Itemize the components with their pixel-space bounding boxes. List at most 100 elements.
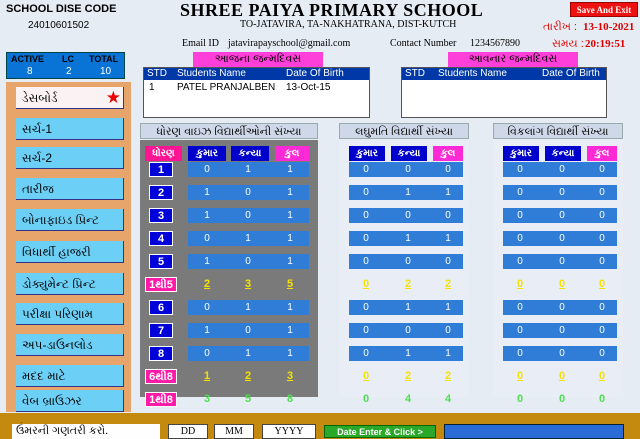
school-address: TO-JATAVIRA, TA-NAKHATRANA, DIST-KUTCH <box>240 19 457 30</box>
girls-count: 0 <box>559 325 565 336</box>
lc-header: LC <box>62 54 74 64</box>
std-group-label: 1થી8 <box>145 392 177 407</box>
today-birthday-title: આજના જન્મદિવસ <box>193 52 323 67</box>
boys-count: 0 <box>517 233 523 244</box>
boys-count: 0 <box>204 302 210 313</box>
sidebar-item-dashboard[interactable]: ડેસબોર્ડ ★ <box>16 87 124 109</box>
std-header: ધોરણ <box>145 146 182 161</box>
girls-count: 0 <box>245 256 251 267</box>
boys-count: 0 <box>363 164 369 175</box>
total-count: 1 <box>287 164 293 175</box>
total-header: કુલ <box>275 146 309 161</box>
sidebar-item-label: ડેસબોર્ડ <box>22 91 58 105</box>
total-count: 10 <box>100 66 112 77</box>
sidebar-item-web-browser[interactable]: વેબ બ્રાઉઝર <box>16 390 124 412</box>
time-value: 20:19:51 <box>585 38 626 50</box>
boys-count: 0 <box>363 325 369 336</box>
girls-count: 0 <box>558 370 566 382</box>
sidebar-item-exam-result[interactable]: પરીક્ષા પરિણામ <box>16 303 124 325</box>
girls-count: 1 <box>405 302 411 313</box>
sidebar-item-summary[interactable]: તારીજ <box>16 178 124 200</box>
sidebar-item-attendance[interactable]: વિધાર્થી હાજરી <box>16 241 124 263</box>
sidebar-item-help[interactable]: મદદ માટે <box>16 365 124 387</box>
total-count: 0 <box>598 278 606 290</box>
age-calc-label: ઉંમરની ગણતરી કરો. <box>12 424 160 439</box>
girls-count: 0 <box>245 210 251 221</box>
boys-count: 0 <box>362 393 370 405</box>
sidebar-item-search-2[interactable]: સર્ચ-2 <box>16 147 124 169</box>
sidebar-item-bonafide-print[interactable]: બોનાફાઇડ પ્રિન્ટ <box>16 209 124 231</box>
girls-count: 0 <box>245 187 251 198</box>
save-and-exit-button[interactable]: Save And Exit <box>570 2 638 17</box>
boys-count: 1 <box>204 325 210 336</box>
girls-count: 1 <box>405 187 411 198</box>
boys-count: 0 <box>363 302 369 313</box>
total-count: 1 <box>445 233 451 244</box>
total-count: 1 <box>287 348 293 359</box>
boys-count: 3 <box>203 393 211 405</box>
girls-count: 0 <box>245 325 251 336</box>
girls-count: 0 <box>559 233 565 244</box>
minority-title: લઘુમતિ વિદ્યાર્થી સંખ્યા <box>339 123 469 139</box>
today-birthday-list[interactable]: STD Students Name Date Of Birth 1 PATEL … <box>143 67 370 118</box>
total-count: 1 <box>287 187 293 198</box>
month-input[interactable]: MM <box>214 424 254 439</box>
upcoming-birthday-list[interactable]: STD Students Name Date Of Birth <box>401 67 607 118</box>
boys-count: 0 <box>363 233 369 244</box>
sidebar-item-document-print[interactable]: ડોક્યુમેન્ટ પ્રિન્ટ <box>16 273 124 295</box>
total-count: 0 <box>599 325 605 336</box>
day-input[interactable]: DD <box>168 424 208 439</box>
std-wise-title: ધોરણ વાઇઝ વિદ્યાર્થીઓની સંખ્યા <box>140 123 318 139</box>
girls-count: 0 <box>405 325 411 336</box>
total-count: 0 <box>599 187 605 198</box>
sidebar-item-search-1[interactable]: સર્ચ-1 <box>16 118 124 140</box>
total-count: 0 <box>598 370 606 382</box>
std-number: 2 <box>149 185 173 200</box>
total-count: 0 <box>599 210 605 221</box>
girls-count: 1 <box>405 233 411 244</box>
boys-count: 0 <box>204 233 210 244</box>
girls-count: 0 <box>559 348 565 359</box>
girls-count: 0 <box>559 302 565 313</box>
birthday-dob: 13-Oct-15 <box>286 82 331 93</box>
sidebar-item-up-download[interactable]: અપ-ડાઉનલોડ <box>16 334 124 356</box>
girls-count: 0 <box>559 210 565 221</box>
boys-count: 1 <box>203 370 211 382</box>
sidebar-item-label: મદદ માટે <box>22 369 66 383</box>
col-name: Students Name <box>438 68 507 79</box>
total-count: 2 <box>444 370 452 382</box>
list-item[interactable]: 1 PATEL PRANJALBEN 13-Oct-15 <box>144 82 369 94</box>
total-count: 8 <box>286 393 294 405</box>
boys-count: 0 <box>517 164 523 175</box>
year-input[interactable]: YYYY <box>262 424 316 439</box>
boys-count: 0 <box>517 348 523 359</box>
age-result-field <box>444 424 624 439</box>
email-label: Email ID <box>182 38 219 49</box>
dise-code-title: SCHOOL DISE CODE <box>6 3 117 15</box>
dise-code-value: 24010601502 <box>28 20 90 31</box>
girls-header: કન્યા <box>231 146 269 161</box>
total-header: કુલ <box>587 146 617 161</box>
girls-count: 5 <box>244 393 252 405</box>
girls-count: 4 <box>404 393 412 405</box>
email-value: jatavirapayschool@gmail.com <box>228 38 351 49</box>
date-label: તારીખ : <box>543 21 577 33</box>
total-count: 0 <box>445 164 451 175</box>
sidebar-item-label: અપ-ડાઉનલોડ <box>22 338 93 352</box>
boys-count: 0 <box>517 256 523 267</box>
boys-count: 0 <box>363 187 369 198</box>
birthday-columns: STD Students Name Date Of Birth <box>402 68 606 80</box>
boys-count: 0 <box>517 302 523 313</box>
total-count: 2 <box>444 278 452 290</box>
total-header: TOTAL <box>89 54 119 64</box>
girls-count: 2 <box>404 370 412 382</box>
boys-count: 0 <box>516 393 524 405</box>
total-count: 4 <box>444 393 452 405</box>
boys-count: 0 <box>363 348 369 359</box>
upcoming-birthday-title: આવનાર જન્મદિવસ <box>448 52 578 67</box>
total-count: 1 <box>287 233 293 244</box>
star-icon: ★ <box>105 88 121 107</box>
calculate-age-button[interactable]: Date Enter & Click > <box>324 425 436 438</box>
date-value: 13-10-2021 <box>583 21 635 33</box>
boys-header: કુમાર <box>349 146 385 161</box>
